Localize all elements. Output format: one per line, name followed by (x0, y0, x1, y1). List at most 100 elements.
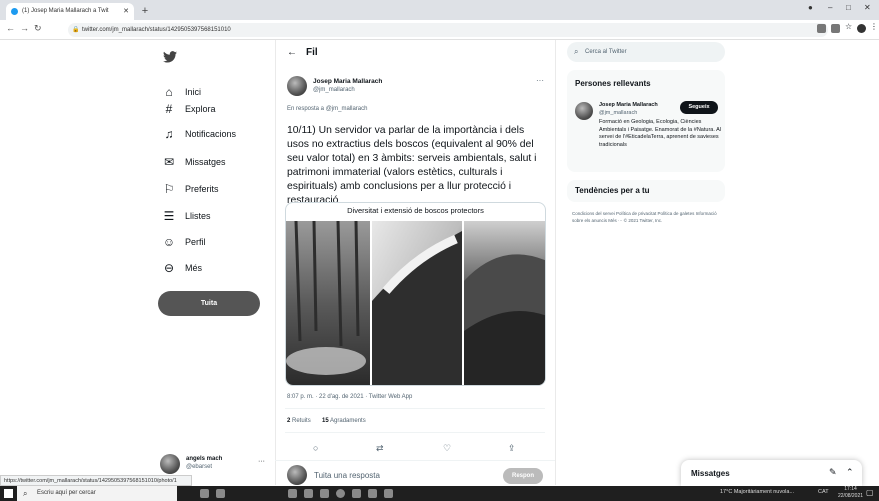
minimize-icon[interactable]: – (828, 3, 832, 12)
browser-tab[interactable]: (1) Josep Maria Mallarach a Twit ✕ (6, 3, 134, 20)
account-handle: @ebarset (186, 464, 213, 470)
clock[interactable]: 17:14 22/08/2021 (838, 486, 863, 500)
maximize-icon[interactable]: □ (846, 3, 851, 12)
share-icon[interactable]: ⇪ (508, 443, 516, 454)
notifications-icon[interactable]: ▢ (866, 488, 874, 497)
sidebar-item-llistes[interactable]: ☰ Llistes (160, 204, 211, 228)
sidebar-item-preferits[interactable]: ⚐ Preferits (160, 177, 219, 201)
twitter-favicon-icon (11, 8, 18, 15)
trends-title: Tendències per a tu (575, 186, 650, 195)
taskbar-search[interactable]: ⌕ Escriu aquí per cercar (17, 486, 177, 501)
column-divider (555, 40, 556, 485)
person-name[interactable]: Josep Maria Mallarach (599, 102, 658, 108)
likes-stat[interactable]: 15 Agradaments (322, 418, 366, 424)
sidebar-item-perfil[interactable]: ☺ Perfil (160, 230, 206, 254)
retweet-icon[interactable]: ⇄ (376, 443, 384, 454)
search-input[interactable]: ⌕ Cerca al Twitter (567, 42, 725, 62)
person-bio: Formació en Geologia, Ecologia, Ciències… (599, 119, 721, 148)
tab-bar: (1) Josep Maria Mallarach a Twit ✕ + ● –… (0, 0, 879, 20)
kebab-menu-icon[interactable]: ⋮ (870, 22, 879, 31)
page-title: Fil (306, 47, 318, 58)
reply-icon[interactable]: ○ (313, 443, 318, 453)
new-message-icon[interactable]: ✎ (829, 467, 837, 478)
tweet-more-icon[interactable]: ··· (536, 76, 544, 85)
photo-caption: Diversitat i extensió de boscos protecto… (347, 206, 484, 215)
avatar (160, 454, 180, 474)
reply-button[interactable]: Respon (503, 468, 543, 484)
divider (275, 460, 555, 461)
tab-title: (1) Josep Maria Mallarach a Twit (22, 8, 109, 14)
close-tab-icon[interactable]: ✕ (123, 3, 129, 20)
reply-input[interactable]: Tuita una resposta (314, 471, 380, 480)
twitter-logo-icon[interactable] (163, 50, 177, 64)
follow-button[interactable]: Segueix (680, 101, 718, 114)
close-window-icon[interactable]: ✕ (864, 3, 871, 12)
more-circle-icon: ⊖ (163, 261, 175, 275)
retweets-stat[interactable]: 2 Retuits (287, 418, 311, 424)
url-field[interactable]: 🔒 twitter.com/jm_mallarach/status/142950… (68, 23, 828, 37)
person-handle[interactable]: @jm_mallarach (599, 110, 637, 116)
sidebar-item-notificacions[interactable]: ♫ Notificacions (160, 122, 237, 146)
reload-icon[interactable]: ↻ (34, 23, 42, 34)
windows-start-icon[interactable] (4, 489, 13, 498)
author-avatar[interactable] (287, 76, 307, 96)
extension-icon[interactable] (817, 24, 826, 33)
envelope-icon: ✉ (163, 155, 175, 169)
list-icon: ☰ (163, 209, 175, 223)
bookmark-icon: ⚐ (163, 182, 175, 196)
back-arrow-icon[interactable]: ← (287, 47, 297, 58)
app-icon[interactable] (368, 489, 377, 498)
messages-drawer[interactable]: Missatges ✎ ⌃ (681, 460, 862, 486)
star-icon[interactable]: ☆ (845, 22, 854, 31)
sidebar-item-mes[interactable]: ⊖ Més (160, 256, 202, 280)
like-icon[interactable]: ♡ (443, 443, 451, 454)
windows-taskbar: ⌕ Escriu aquí per cercar 17°C Majoritàri… (0, 486, 879, 501)
column-divider (275, 40, 276, 485)
tweet-button[interactable]: Tuita (158, 291, 260, 316)
address-bar: ← → ↻ 🔒 twitter.com/jm_mallarach/status/… (0, 20, 879, 40)
cortana-icon[interactable] (200, 489, 209, 498)
more-icon: ··· (258, 458, 265, 465)
account-switcher[interactable]: angels mach @ebarset ··· (158, 452, 268, 476)
status-bar-url: https://twitter.com/jm_mallarach/status/… (0, 475, 192, 486)
reply-to-label: En resposta a @jm_mallarach (287, 106, 368, 112)
author-name[interactable]: Josep Maria Mallarach (313, 78, 382, 85)
bell-icon: ♫ (164, 127, 174, 141)
tweet-timestamp: 8:07 p. m. · 22 d'ag. de 2021 · Twitter … (287, 394, 413, 400)
profile-avatar-icon[interactable] (857, 24, 866, 33)
arrow-right-icon[interactable]: → (20, 23, 29, 33)
weather-widget[interactable]: 17°C Majoritàriament nuvola... (720, 489, 794, 495)
arrow-left-icon[interactable]: ← (6, 23, 15, 33)
task-view-icon[interactable] (216, 489, 225, 498)
avatar[interactable] (575, 102, 593, 120)
lock-icon: 🔒 (72, 27, 80, 33)
tweet-photo[interactable]: Diversitat i extensió de boscos protecto… (285, 202, 546, 386)
app-icon[interactable] (384, 489, 393, 498)
avatar (287, 465, 307, 485)
panel-title: Persones rellevants (575, 79, 651, 88)
profile-dot-icon[interactable]: ● (808, 3, 813, 12)
hashtag-icon: # (165, 102, 173, 116)
divider (285, 408, 545, 409)
search-icon: ⌕ (23, 489, 28, 498)
chevron-up-icon[interactable]: ⌃ (846, 467, 854, 478)
messages-title: Missatges (691, 469, 730, 478)
mail-icon[interactable] (320, 489, 329, 498)
chrome-icon[interactable] (336, 489, 345, 498)
trends-panel: Tendències per a tu (567, 180, 725, 202)
new-tab-button[interactable]: + (138, 4, 152, 18)
forest-photos (286, 221, 545, 385)
footer-links[interactable]: Condicions del servei Política de privac… (572, 210, 722, 224)
edge-icon[interactable] (288, 489, 297, 498)
sidebar-item-explora[interactable]: # Explora (160, 97, 216, 121)
relevant-people-panel: Persones rellevants Josep Maria Mallarac… (567, 70, 725, 172)
author-handle[interactable]: @jm_mallarach (313, 87, 355, 93)
extension-icon[interactable] (831, 24, 840, 33)
account-name: angels mach (186, 456, 223, 462)
sidebar-item-missatges[interactable]: ✉ Missatges (160, 150, 226, 174)
language-indicator[interactable]: CAT (818, 489, 829, 495)
store-icon[interactable] (304, 489, 313, 498)
app-icon[interactable] (352, 489, 361, 498)
person-icon: ☺ (162, 235, 176, 249)
tweet-text: 10/11) Un servidor va parlar de la impor… (287, 125, 537, 206)
